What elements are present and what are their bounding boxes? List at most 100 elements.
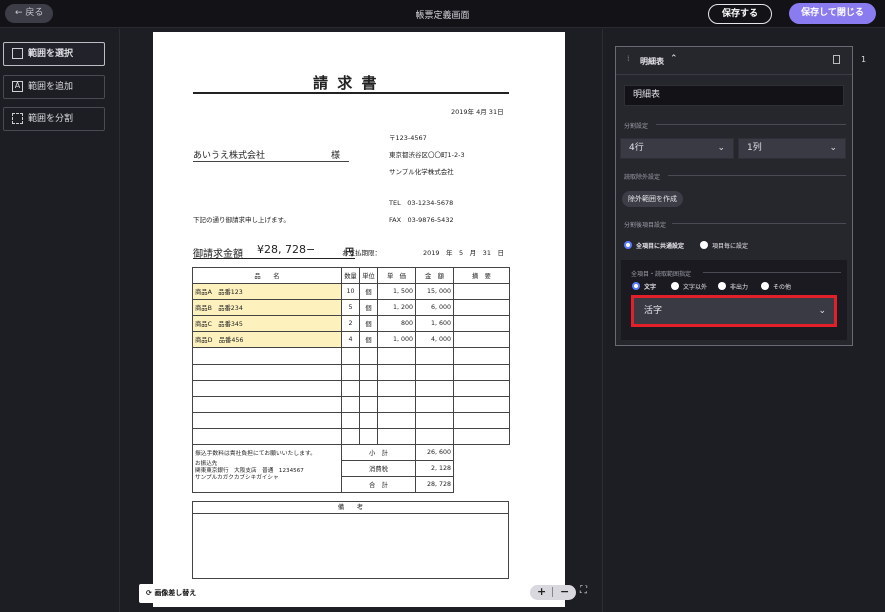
row-qty: 4 [341, 331, 360, 349]
row-note [453, 299, 510, 317]
item-settings-label: 分割後項目設定 [624, 222, 667, 229]
invoice-document: 請 求 書 2019年 4月 31日 〒123-4567 あいうえ株式会社 様 … [153, 32, 565, 607]
empty-row [192, 427, 510, 446]
cols-select[interactable]: 1列 ⌄ [738, 138, 846, 159]
header-unit: 単位 [359, 266, 378, 285]
add-range-icon: A [12, 81, 23, 92]
items-table: 品 名 数量 単位 単 価 金 額 摘 要 商品A 品番123 10 個 1, … [192, 266, 510, 494]
read-spec-section: 全項目・読取範囲指定 文字 文字以外 非出力 その他 活字 ⌄ [621, 260, 847, 340]
row-name: 商品B 品番234 [192, 299, 342, 317]
zoom-in-button[interactable]: + [537, 585, 546, 599]
trash-icon[interactable] [833, 55, 840, 64]
opt-noout-label: 非出力 [730, 284, 749, 291]
postal-code: 〒123-4567 [389, 134, 427, 142]
row-qty: 2 [341, 315, 360, 333]
row-amount: 4, 000 [415, 331, 454, 349]
save-button[interactable]: 保存する [708, 4, 772, 24]
fit-screen-icon[interactable]: ⛶ [580, 585, 587, 596]
company-tel: TEL 03-1234-5678 [389, 199, 454, 207]
empty-row [192, 395, 510, 413]
save-and-close-button[interactable]: 保存して閉じる [789, 3, 876, 24]
remarks-box: 備 考 [192, 501, 509, 579]
item-line [672, 223, 846, 224]
bank-label: お振込先 [195, 460, 218, 467]
zoom-divider [552, 587, 553, 597]
zoom-out-button[interactable]: − [560, 585, 569, 599]
row-note [453, 283, 510, 301]
document-title: 請 求 書 [313, 74, 379, 92]
radio-each-label: 項目毎に設定 [712, 243, 749, 250]
zoom-pill: + − [530, 585, 576, 600]
row-price: 1, 200 [377, 299, 416, 317]
drag-handle-icon[interactable]: ⁞ [627, 54, 630, 63]
add-range-tool[interactable]: A 範囲を追加 [3, 75, 105, 99]
row-note [453, 315, 510, 333]
split-range-tool[interactable]: 範囲を分割 [3, 107, 105, 131]
region-card: ⁞ 明細表 ⌃ 明細表 分割設定 4行 ⌄ 1列 ⌄ 読取除外設定 除外範囲を作成 … [615, 46, 853, 346]
opt-noout-radio[interactable] [718, 282, 726, 290]
header-amount: 金 額 [415, 266, 454, 285]
radio-common-label: 全項目に共通設定 [636, 243, 685, 250]
region-name-input[interactable]: 明細表 [624, 85, 844, 106]
chevron-up-icon[interactable]: ⌃ [670, 54, 678, 64]
customer-underline [193, 161, 349, 162]
invoice-date: 2019年 4月 31日 [451, 108, 504, 116]
amount-underline [193, 258, 355, 259]
chevron-down-icon: ⌄ [717, 143, 725, 153]
header-price: 単 価 [377, 266, 416, 285]
bank-info: お振込先 関東東京銀行 大阪支店 普通 1234567 サンプルカガクカブシキガイシ… [192, 460, 342, 494]
read-spec-line [703, 272, 841, 273]
page-number: 1 [861, 55, 867, 64]
split-range-icon [12, 113, 23, 124]
company-name: サンプル化学株式会社 [389, 168, 454, 176]
header-qty: 数量 [341, 266, 360, 285]
cols-value: 1列 [747, 143, 762, 153]
exclude-settings-label: 読取除外設定 [624, 174, 661, 181]
row-price: 1, 000 [377, 331, 416, 349]
read-spec-label: 全項目・読取範囲指定 [631, 271, 692, 278]
card-title: 明細表 [640, 57, 664, 66]
tool-panel: 範囲を選択 A 範囲を追加 範囲を分割 [0, 29, 120, 612]
font-type-select[interactable]: 活字 ⌄ [631, 295, 837, 327]
select-range-label: 範囲を選択 [28, 49, 74, 59]
card-divider [616, 74, 852, 75]
row-qty: 10 [341, 283, 360, 301]
row-price: 800 [377, 315, 416, 333]
replace-image-button[interactable]: ⟳ 画像差し替え [139, 584, 204, 603]
opt-other-label: その他 [773, 284, 792, 291]
opt-other-radio[interactable] [761, 282, 769, 290]
table-row: 商品B 品番234 5 個 1, 200 6, 000 [192, 299, 510, 317]
radio-common-selected[interactable] [624, 241, 632, 249]
radio-each[interactable] [700, 241, 708, 249]
row-name: 商品C 品番345 [192, 315, 342, 333]
amount-value: ¥28, 728− [257, 243, 316, 256]
table-row: 商品D 品番456 4 個 1, 000 4, 000 [192, 331, 510, 349]
split-line [656, 124, 846, 125]
row-note [453, 331, 510, 349]
bank-line1: 関東東京銀行 大阪支店 普通 1234567 [195, 467, 304, 474]
opt-nontext-label: 文字以外 [683, 284, 708, 291]
add-range-label: 範囲を追加 [28, 82, 74, 92]
rows-select[interactable]: 4行 ⌄ [620, 138, 734, 159]
row-amount: 1, 600 [415, 315, 454, 333]
rows-value: 4行 [629, 143, 644, 153]
row-unit: 個 [359, 283, 378, 301]
header-name: 品 名 [192, 266, 342, 285]
row-amount: 15, 000 [415, 283, 454, 301]
tax-label: 消費税 [341, 460, 416, 478]
opt-text-radio[interactable] [632, 282, 640, 290]
select-range-tool[interactable]: 範囲を選択 [3, 42, 105, 66]
row-name: 商品A 品番123 [192, 283, 342, 301]
intro-text: 下記の通り御請求申し上げます。 [193, 216, 290, 224]
top-bar: ← 戻る 帳票定義画面 保存する 保存して閉じる [0, 0, 885, 28]
font-type-value: 活字 [644, 306, 663, 316]
due-label: お支払期限： [342, 249, 381, 257]
exclude-line [668, 175, 846, 176]
create-exclude-button[interactable]: 除外範囲を作成 [622, 191, 683, 207]
opt-nontext-radio[interactable] [671, 282, 679, 290]
fee-note: 振込手数料は貴社負担にてお願いいたします。 [192, 444, 342, 461]
row-unit: 個 [359, 299, 378, 317]
table-row: 商品A 品番123 10 個 1, 500 15, 000 [192, 283, 510, 301]
row-qty: 5 [341, 299, 360, 317]
honorific: 様 [331, 151, 341, 161]
